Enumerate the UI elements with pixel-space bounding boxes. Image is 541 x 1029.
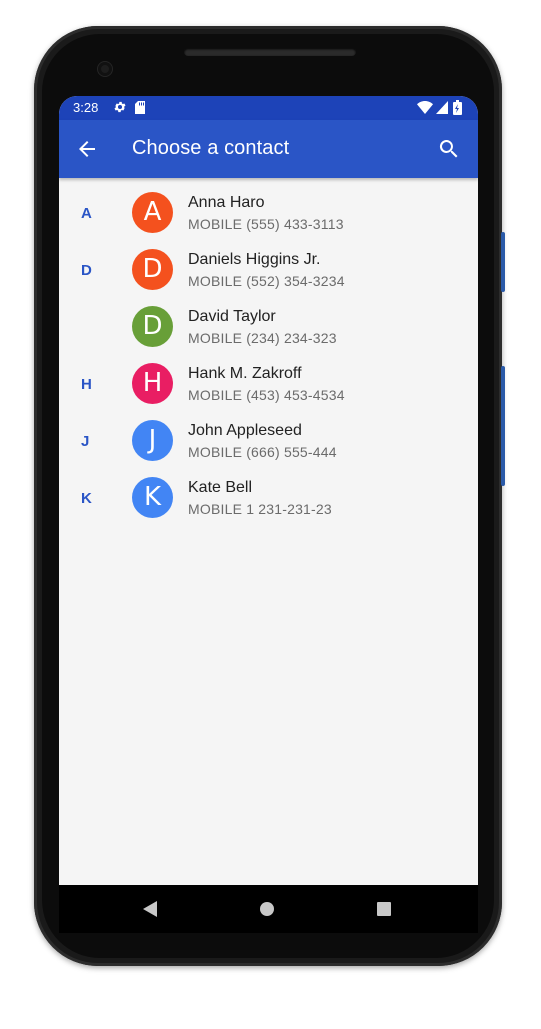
search-icon[interactable] bbox=[437, 137, 461, 161]
sd-card-icon bbox=[135, 101, 145, 114]
contact-phone: MOBILE (552) 354-3234 bbox=[188, 273, 345, 289]
front-camera bbox=[98, 62, 112, 76]
navigation-bar bbox=[59, 885, 478, 933]
contact-phone: MOBILE (555) 433-3113 bbox=[188, 216, 344, 232]
avatar: H bbox=[132, 363, 173, 404]
power-button bbox=[501, 232, 505, 292]
contact-row[interactable]: A A Anna Haro MOBILE (555) 433-3113 bbox=[59, 178, 478, 235]
contact-row[interactable]: D D Daniels Higgins Jr. MOBILE (552) 354… bbox=[59, 235, 478, 292]
avatar-initial: D bbox=[142, 254, 163, 284]
contact-row[interactable]: J J John Appleseed MOBILE (666) 555-444 bbox=[59, 406, 478, 463]
avatar-initial: J bbox=[148, 425, 157, 455]
status-time: 3:28 bbox=[73, 100, 99, 115]
gear-icon bbox=[114, 101, 126, 113]
nav-back-icon[interactable] bbox=[143, 901, 159, 917]
avatar-initial: D bbox=[142, 311, 163, 341]
contact-name: Kate Bell bbox=[188, 479, 253, 496]
section-letter: D bbox=[81, 262, 92, 279]
avatar-initial: A bbox=[143, 197, 162, 227]
avatar: J bbox=[132, 420, 173, 461]
contact-list: A A Anna Haro MOBILE (555) 433-3113 D D … bbox=[59, 178, 478, 520]
section-letter: A bbox=[81, 205, 92, 222]
avatar-initial: H bbox=[142, 368, 163, 398]
avatar: D bbox=[132, 306, 173, 347]
nav-home-icon[interactable] bbox=[260, 902, 274, 916]
section-letter: K bbox=[81, 490, 92, 507]
app-bar: Choose a contact bbox=[59, 120, 478, 178]
section-letter: H bbox=[81, 376, 92, 393]
contact-row[interactable]: H H Hank M. Zakroff MOBILE (453) 453-453… bbox=[59, 349, 478, 406]
contact-row[interactable]: D David Taylor MOBILE (234) 234-323 bbox=[59, 292, 478, 349]
signal-icon bbox=[436, 101, 448, 114]
contact-name: Anna Haro bbox=[188, 194, 265, 211]
wifi-icon bbox=[417, 101, 433, 114]
battery-charging-icon bbox=[453, 100, 462, 115]
contact-phone: MOBILE (666) 555-444 bbox=[188, 444, 337, 460]
avatar: D bbox=[132, 249, 173, 290]
page-title: Choose a contact bbox=[132, 137, 290, 159]
contact-phone: MOBILE 1 231-231-23 bbox=[188, 501, 332, 517]
arrow-back-icon[interactable] bbox=[75, 137, 99, 161]
contact-name: John Appleseed bbox=[188, 422, 302, 439]
avatar-initial: K bbox=[143, 482, 162, 512]
contact-row[interactable]: K K Kate Bell MOBILE 1 231-231-23 bbox=[59, 463, 478, 520]
contact-phone: MOBILE (453) 453-4534 bbox=[188, 387, 345, 403]
section-letter: J bbox=[81, 433, 90, 450]
screen: 3:28 Choose a contact A A Anna Haro MOBI… bbox=[59, 96, 478, 885]
contact-phone: MOBILE (234) 234-323 bbox=[188, 330, 337, 346]
contact-name: Daniels Higgins Jr. bbox=[188, 251, 321, 268]
earpiece-speaker bbox=[184, 48, 356, 56]
volume-button bbox=[501, 366, 505, 486]
avatar: A bbox=[132, 192, 173, 233]
contact-name: David Taylor bbox=[188, 308, 276, 325]
nav-recents-icon[interactable] bbox=[377, 902, 391, 916]
contact-name: Hank M. Zakroff bbox=[188, 365, 302, 382]
status-bar: 3:28 bbox=[59, 96, 478, 120]
avatar: K bbox=[132, 477, 173, 518]
